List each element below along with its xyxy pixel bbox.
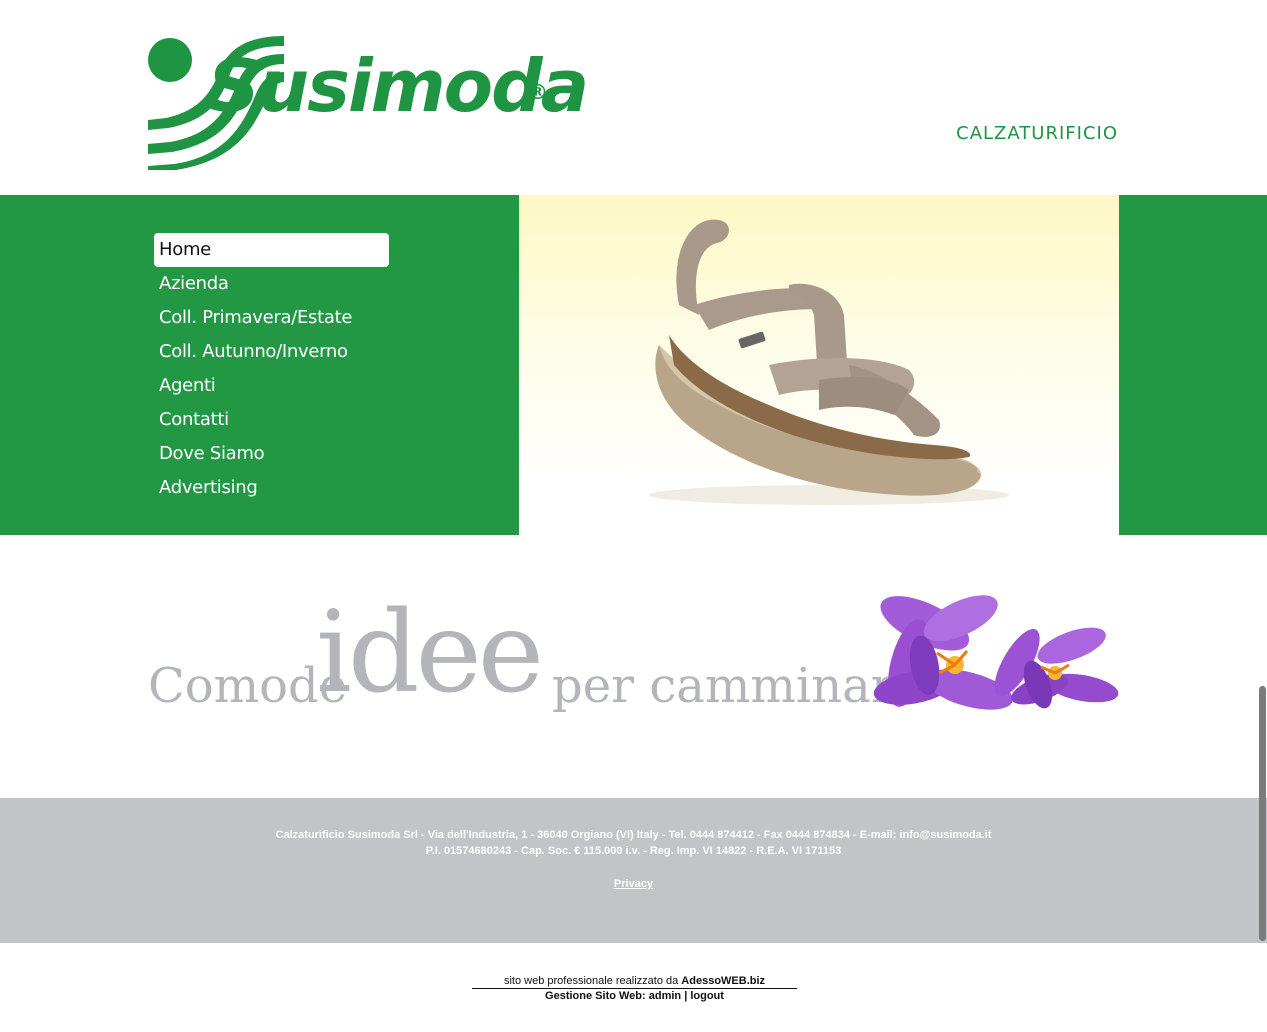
menu-item-azienda[interactable]: Azienda [154,267,389,301]
footer-company-registry: P.I. 01574680243 - Cap. Soc. € 115.000 i… [425,845,842,857]
site-header: Susimoda ® CALZATURIFICIO [0,0,1267,195]
credit-line: sito web professionale realizzato da Ade… [472,975,797,989]
menu-item-primavera-estate[interactable]: Coll. Primavera/Estate [154,301,389,335]
scrollbar-thumb[interactable] [1259,686,1266,941]
footer-company-address: Calzaturificio Susimoda Srl - Via dell'I… [275,829,992,841]
registered-mark: ® [528,80,548,104]
menu-item-autunno-inverno[interactable]: Coll. Autunno/Inverno [154,335,389,369]
site-footer: Calzaturificio Susimoda Srl - Via dell'I… [0,798,1267,943]
slogan: Comode idee per camminare [148,588,922,728]
menu-item-dove-siamo[interactable]: Dove Siamo [154,437,389,471]
slogan-idee: idee [316,588,544,718]
menu-item-contatti[interactable]: Contatti [154,403,389,437]
adessoweb-link[interactable]: AdessoWEB.biz [681,975,765,987]
main-menu: Home Azienda Coll. Primavera/Estate Coll… [154,233,389,505]
admin-link[interactable]: Gestione Sito Web: admin [545,990,681,1002]
credit-prefix: sito web professionale realizzato da [503,975,682,987]
menu-item-agenti[interactable]: Agenti [154,369,389,403]
menu-item-advertising[interactable]: Advertising [154,471,389,505]
hero-sandal-image [519,195,1119,535]
tagline: CALZATURIFICIO [956,123,1118,144]
crocus-flowers-image [873,595,1119,710]
sandal-illustration [649,219,1009,505]
logout-link[interactable]: logout [690,990,724,1002]
menu-item-home[interactable]: Home [154,233,389,267]
admin-separator: | [684,990,688,1002]
privacy-link[interactable]: Privacy [0,878,1267,890]
admin-bar: Gestione Sito Web: admin | logout [472,990,797,1002]
